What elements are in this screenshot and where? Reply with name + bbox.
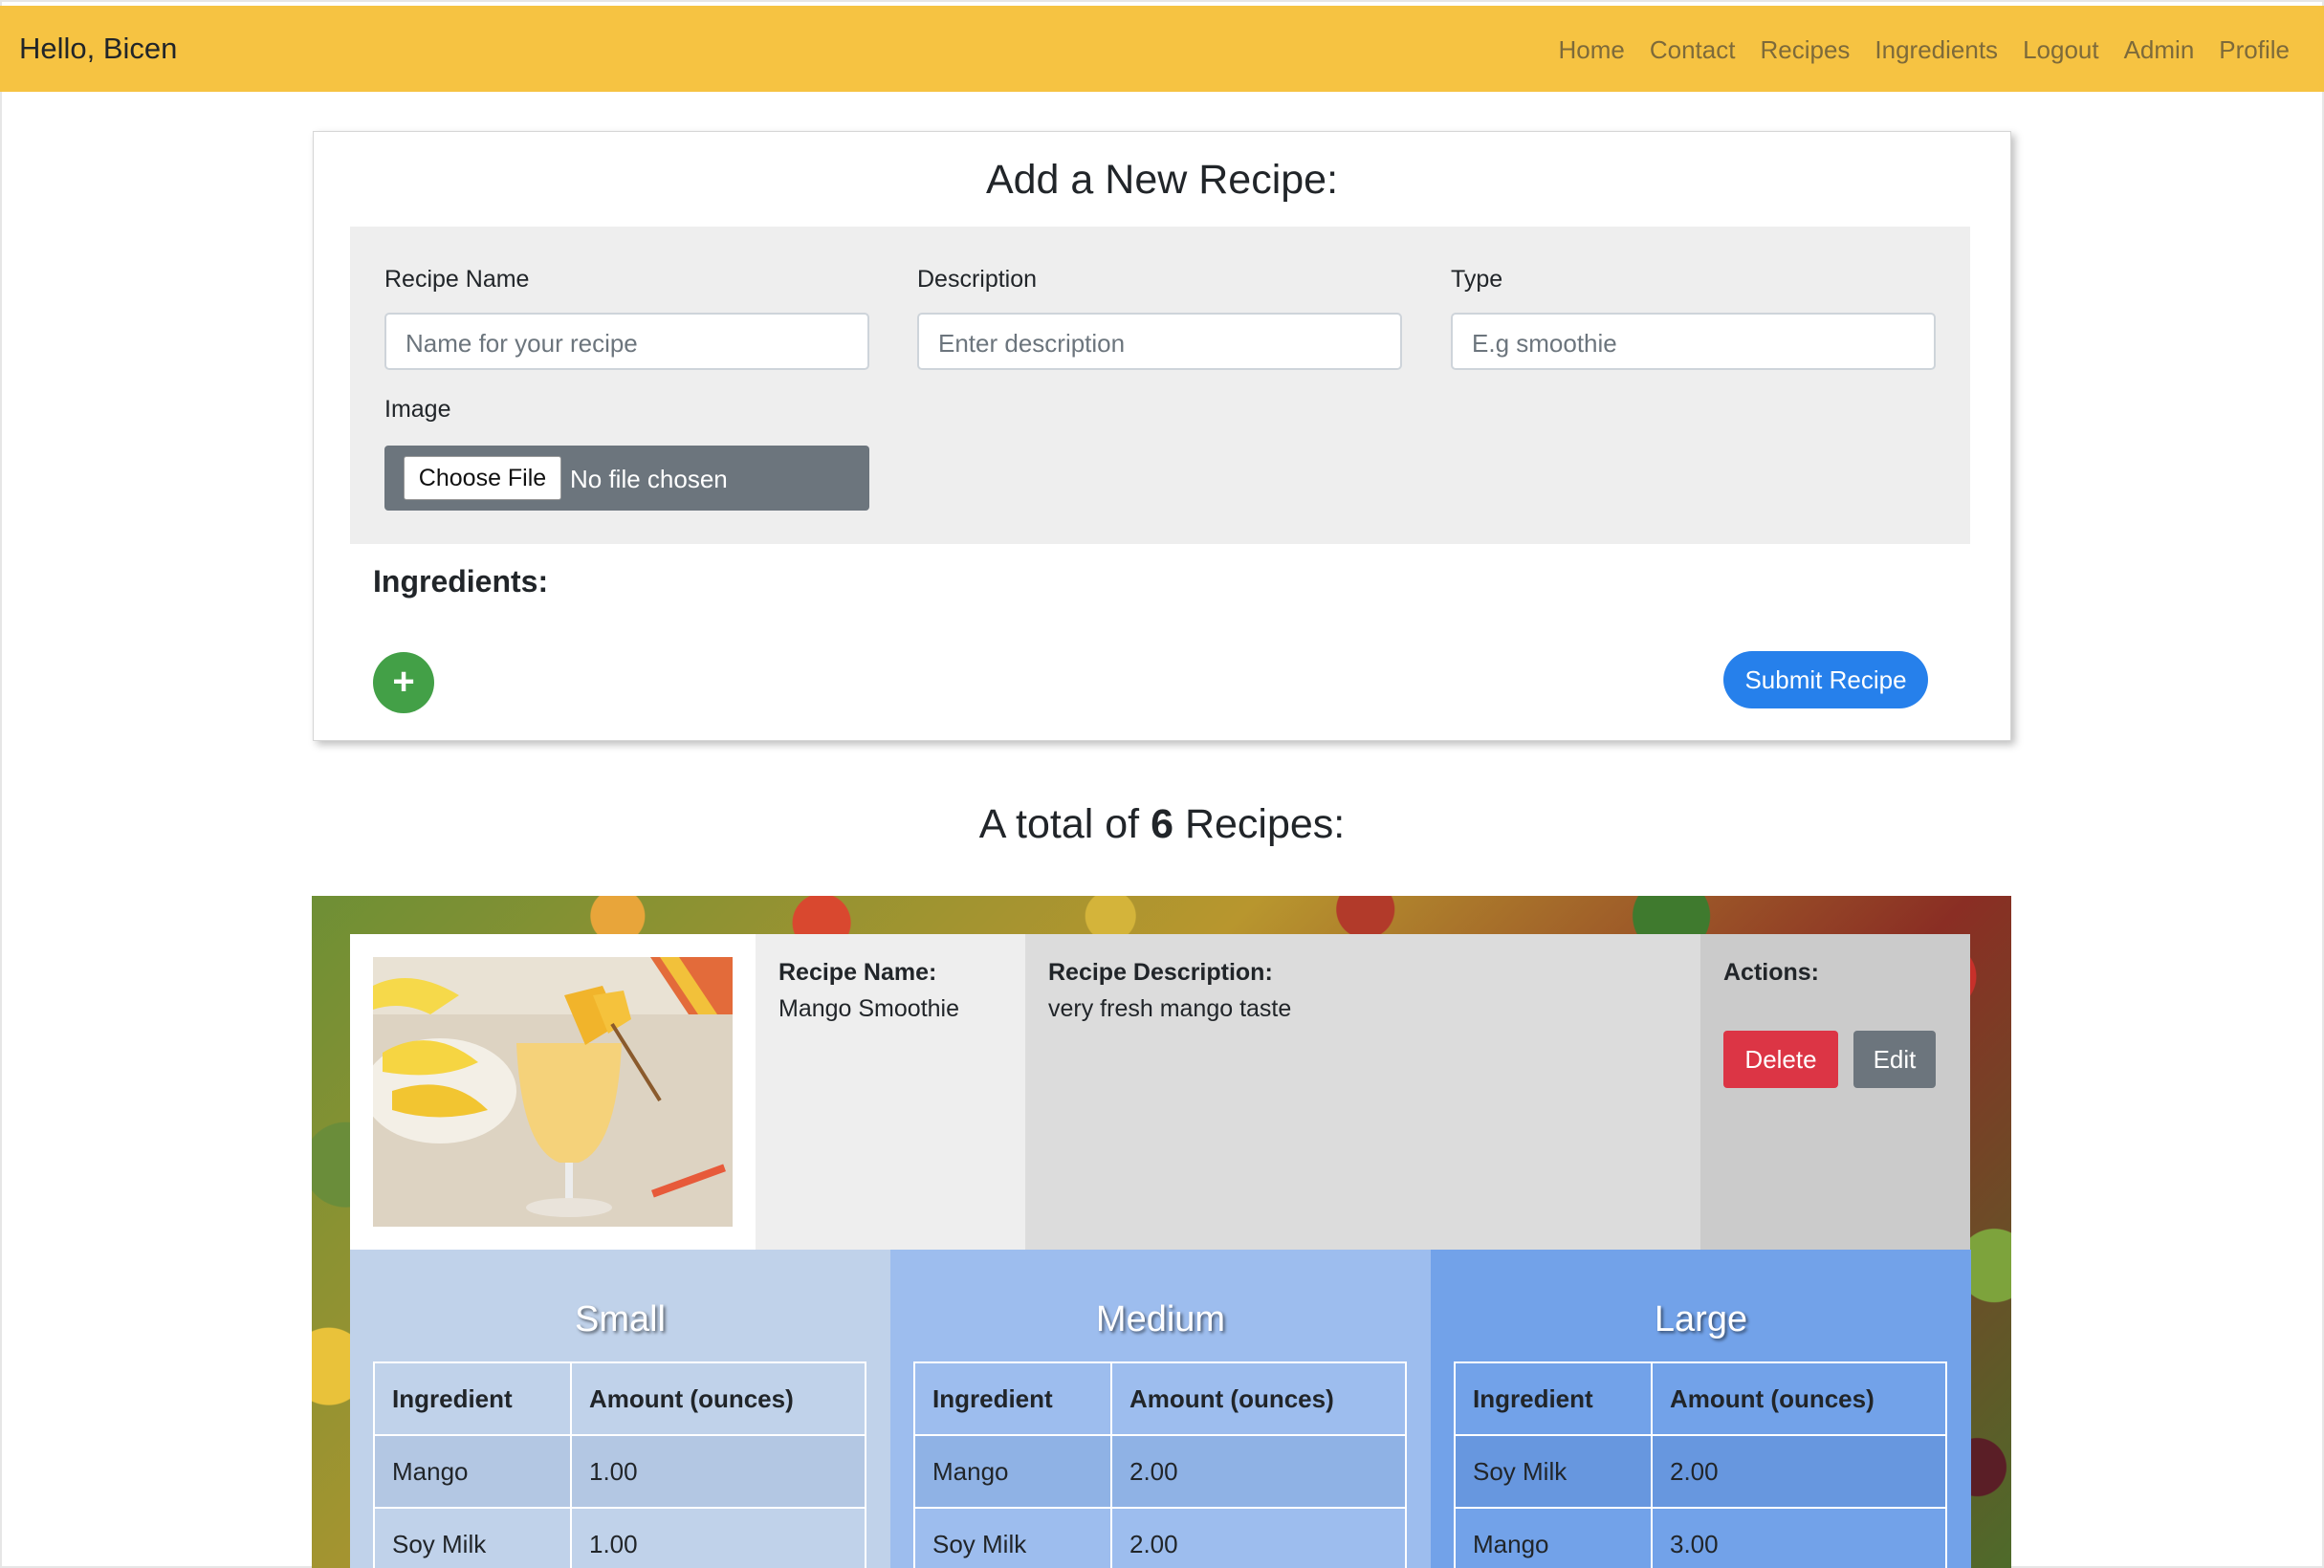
- total-count: 6: [1151, 801, 1173, 847]
- description-input[interactable]: Enter description: [917, 313, 1402, 370]
- recipe-description-cell: Recipe Description: very fresh mango tas…: [1025, 934, 1700, 1250]
- recipe-info-row: Recipe Name: Mango Smoothie Recipe Descr…: [350, 934, 1970, 1250]
- recipe-name-label: Recipe Name: [384, 266, 530, 293]
- type-input[interactable]: E.g smoothie: [1451, 313, 1936, 370]
- recipe-actions-cell: Actions: Delete Edit: [1700, 934, 1970, 1250]
- amount-cell: 2.00: [1651, 1434, 1947, 1509]
- ingredients-table: Ingredient Amount (ounces) Mango 1.00 So…: [373, 1361, 866, 1568]
- recipe-name-placeholder: Name for your recipe: [406, 329, 638, 358]
- nav-profile-link[interactable]: Profile: [2219, 35, 2290, 65]
- recipe-image-cell: [350, 934, 756, 1250]
- ingredient-cell: Soy Milk: [913, 1507, 1112, 1568]
- recipe-image: [373, 957, 733, 1227]
- ingredients-table: Ingredient Amount (ounces) Mango 2.00 So…: [913, 1361, 1407, 1568]
- nav-recipes-link[interactable]: Recipes: [1760, 35, 1850, 65]
- table-header-row: Ingredient Amount (ounces): [373, 1361, 866, 1436]
- ingredients-table: Ingredient Amount (ounces) Soy Milk 2.00…: [1454, 1361, 1947, 1568]
- recipe-name-cell: Recipe Name: Mango Smoothie: [756, 934, 1025, 1250]
- choose-file-button[interactable]: Choose File: [404, 456, 561, 500]
- ingredient-cell: Mango: [1454, 1507, 1653, 1568]
- ingredient-header: Ingredient: [373, 1361, 572, 1436]
- amount-header: Amount (ounces): [1110, 1361, 1407, 1436]
- recipe-name-value: Mango Smoothie: [778, 995, 960, 1022]
- size-column-small: Small Ingredient Amount (ounces) Mango 1…: [350, 1250, 890, 1568]
- amount-cell: 3.00: [1651, 1507, 1947, 1568]
- add-ingredient-button[interactable]: +: [373, 652, 434, 713]
- total-suffix: Recipes:: [1184, 801, 1346, 847]
- plus-icon: +: [392, 661, 415, 703]
- amount-cell: 2.00: [1110, 1434, 1407, 1509]
- fields-panel: Recipe Name Name for your recipe Descrip…: [350, 227, 1970, 544]
- ingredients-heading: Ingredients:: [373, 564, 549, 599]
- amount-cell: 1.00: [570, 1434, 866, 1509]
- table-row: Soy Milk 2.00: [1454, 1434, 1947, 1509]
- navbar: Hello, Bicen Home Contact Recipes Ingred…: [0, 6, 2324, 92]
- nav-contact-link[interactable]: Contact: [1650, 35, 1736, 65]
- size-title: Medium: [1095, 1299, 1226, 1339]
- ingredient-cell: Soy Milk: [1454, 1434, 1653, 1509]
- description-placeholder: Enter description: [938, 329, 1126, 358]
- edit-button[interactable]: Edit: [1853, 1031, 1936, 1088]
- recipe-description-title: Recipe Description:: [1048, 959, 1273, 986]
- amount-cell: 2.00: [1110, 1507, 1407, 1568]
- add-recipe-form: Add a New Recipe: Recipe Name Name for y…: [313, 131, 2011, 741]
- table-row: Mango 2.00: [913, 1434, 1407, 1509]
- table-row: Soy Milk 2.00: [913, 1507, 1407, 1568]
- recipe-name-input[interactable]: Name for your recipe: [384, 313, 869, 370]
- nav-links: Home Contact Recipes Ingredients Logout …: [1559, 35, 2291, 65]
- type-placeholder: E.g smoothie: [1472, 329, 1617, 358]
- image-label: Image: [384, 396, 451, 423]
- nav-home-link[interactable]: Home: [1559, 35, 1625, 65]
- recipe-name-title: Recipe Name:: [778, 959, 937, 986]
- no-file-text: No file chosen: [570, 465, 728, 493]
- recipes-total-heading: A total of 6 Recipes:: [0, 801, 2324, 848]
- size-title: Small: [574, 1299, 667, 1339]
- recipe-card: Recipe Name: Mango Smoothie Recipe Descr…: [312, 896, 2011, 1568]
- amount-header: Amount (ounces): [1651, 1361, 1947, 1436]
- greeting: Hello, Bicen: [19, 32, 178, 65]
- table-header-row: Ingredient Amount (ounces): [913, 1361, 1407, 1436]
- table-row: Mango 1.00: [373, 1434, 866, 1509]
- mango-smoothie-picture: [373, 957, 733, 1227]
- ingredient-header: Ingredient: [913, 1361, 1112, 1436]
- type-label: Type: [1451, 266, 1503, 293]
- ingredient-cell: Mango: [913, 1434, 1112, 1509]
- amount-header: Amount (ounces): [570, 1361, 866, 1436]
- ingredient-header: Ingredient: [1454, 1361, 1653, 1436]
- nav-ingredients-link[interactable]: Ingredients: [1875, 35, 1998, 65]
- ingredient-cell: Mango: [373, 1434, 572, 1509]
- description-label: Description: [917, 266, 1038, 293]
- ingredient-cell: Soy Milk: [373, 1507, 572, 1568]
- nav-admin-link[interactable]: Admin: [2124, 35, 2195, 65]
- total-prefix: A total of: [978, 801, 1140, 847]
- submit-recipe-button[interactable]: Submit Recipe: [1723, 651, 1928, 708]
- table-row: Soy Milk 1.00: [373, 1507, 866, 1568]
- size-title: Large: [1654, 1299, 1748, 1339]
- nav-logout-link[interactable]: Logout: [2023, 35, 2099, 65]
- delete-button[interactable]: Delete: [1723, 1031, 1838, 1088]
- size-column-medium: Medium Ingredient Amount (ounces) Mango …: [890, 1250, 1431, 1568]
- image-file-input[interactable]: Choose File No file chosen: [384, 446, 869, 511]
- amount-cell: 1.00: [570, 1507, 866, 1568]
- form-title: Add a New Recipe:: [985, 157, 1339, 203]
- table-header-row: Ingredient Amount (ounces): [1454, 1361, 1947, 1436]
- recipe-description-value: very fresh mango taste: [1048, 995, 1292, 1022]
- table-row: Mango 3.00: [1454, 1507, 1947, 1568]
- size-column-large: Large Ingredient Amount (ounces) Soy Mil…: [1431, 1250, 1971, 1568]
